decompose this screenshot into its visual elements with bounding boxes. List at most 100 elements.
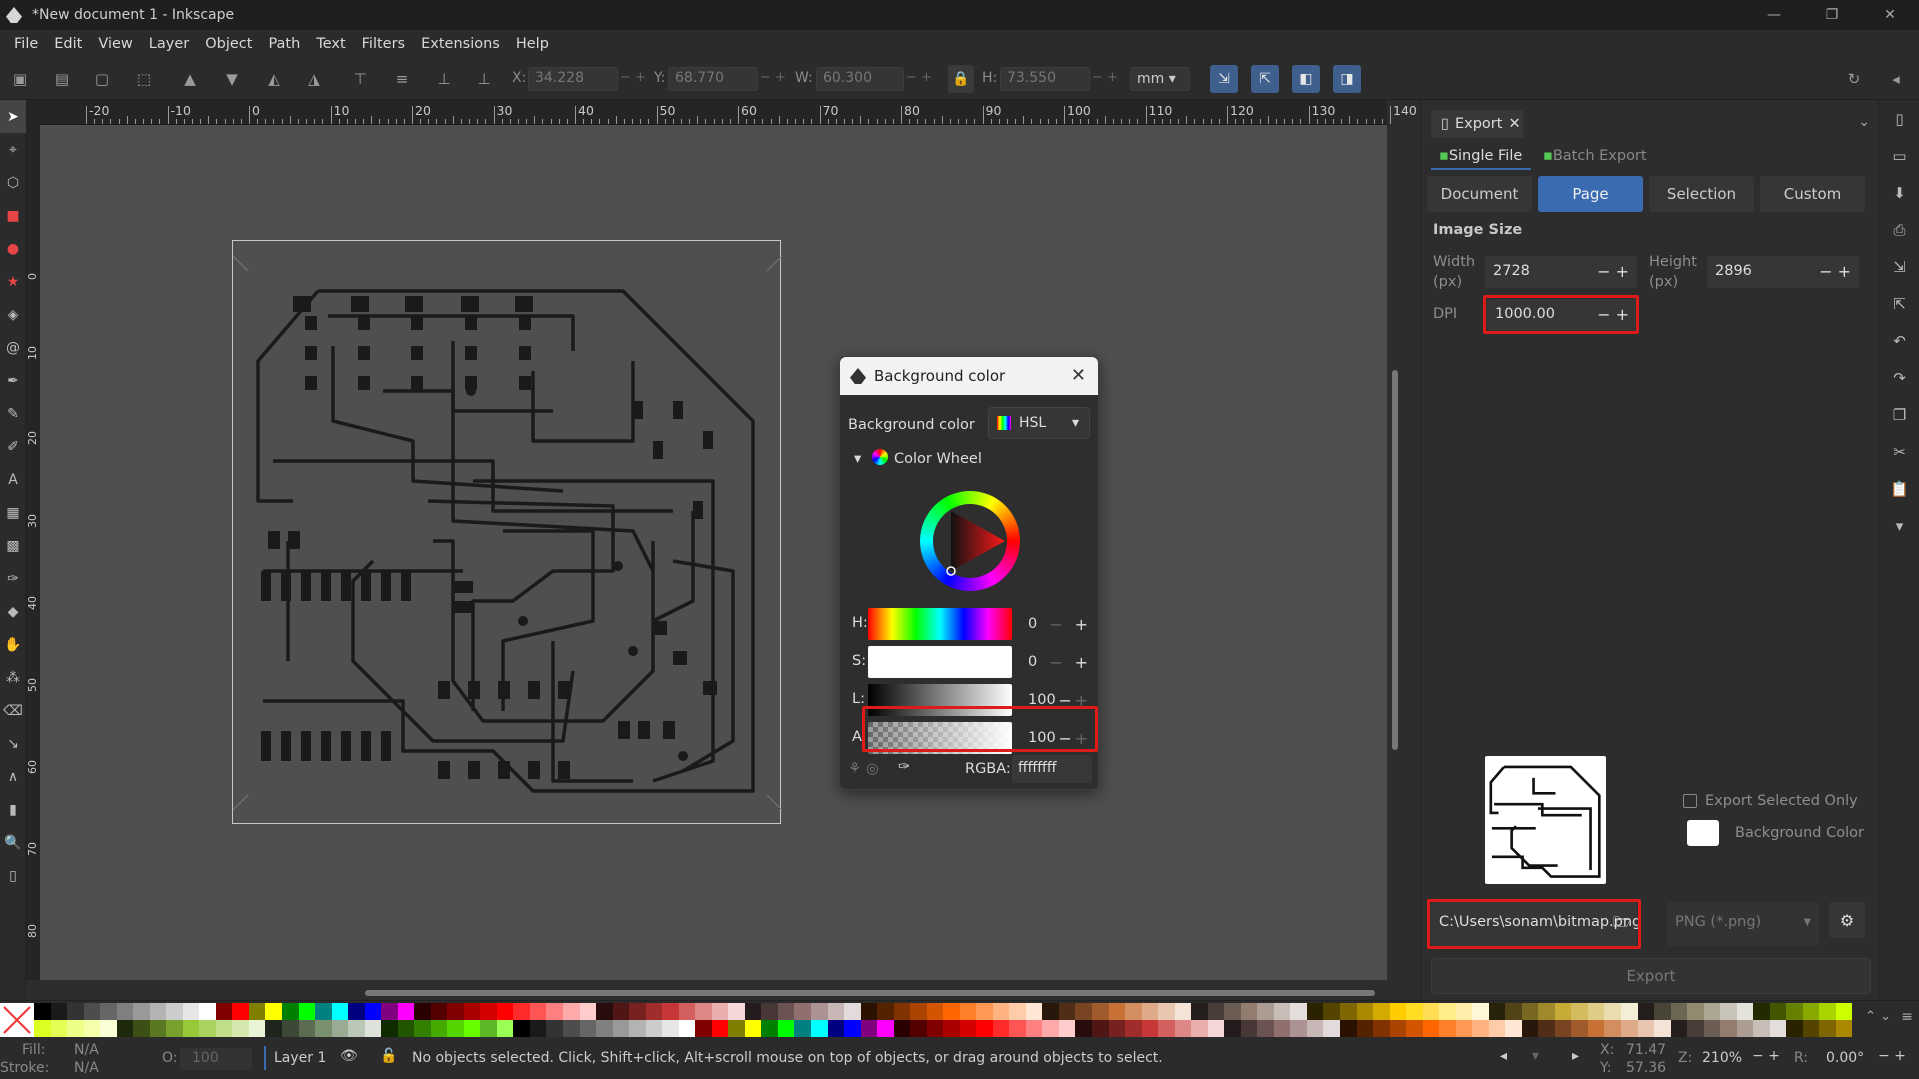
palette-swatch[interactable] <box>1356 1003 1374 1020</box>
palette-swatch[interactable] <box>1769 1003 1787 1020</box>
zoom-tool-icon[interactable]: 🔍 <box>0 826 26 859</box>
palette-swatch[interactable] <box>1191 1003 1208 1020</box>
palette-swatch[interactable] <box>1819 1003 1836 1020</box>
export-settings-gear-icon[interactable]: ⚙ <box>1829 902 1865 938</box>
palette-swatch[interactable] <box>298 1003 316 1020</box>
area-document-button[interactable]: Document <box>1427 176 1532 212</box>
palette-swatch[interactable] <box>381 1003 398 1020</box>
palette-swatch[interactable] <box>50 1020 68 1037</box>
palette-swatch[interactable] <box>1422 1003 1440 1020</box>
palette-swatch[interactable] <box>877 1020 894 1037</box>
palette-swatch[interactable] <box>1125 1003 1142 1020</box>
single-file-tab[interactable]: ▪Single File <box>1439 148 1522 164</box>
y-stepper[interactable]: − + <box>760 70 786 85</box>
palette-swatch[interactable] <box>645 1020 663 1037</box>
palette-swatch[interactable] <box>744 1003 762 1020</box>
palette-swatch[interactable] <box>281 1020 299 1037</box>
palette-swatch[interactable] <box>1339 1003 1357 1020</box>
palette-swatch[interactable] <box>34 1003 51 1020</box>
vertical-scrollbar[interactable] <box>1392 370 1398 750</box>
palette-swatch[interactable] <box>1422 1020 1440 1037</box>
palette-swatch[interactable] <box>711 1020 729 1037</box>
palette-swatch[interactable] <box>1191 1020 1208 1037</box>
undo-icon[interactable]: ↶ <box>1879 322 1919 359</box>
palette-swatch[interactable] <box>265 1003 282 1020</box>
flip-horizontal-icon[interactable]: ◭ <box>262 67 286 91</box>
palette-swatch[interactable] <box>877 1003 894 1020</box>
palette-swatch[interactable] <box>1025 1020 1043 1037</box>
palette-swatch[interactable] <box>1406 1003 1423 1020</box>
color-wheel[interactable] <box>920 491 1020 591</box>
palette-swatch[interactable] <box>281 1003 299 1020</box>
palette-swatch[interactable] <box>116 1003 134 1020</box>
color-managed-icon[interactable]: ⚘ <box>848 761 861 777</box>
palette-swatch[interactable] <box>761 1020 778 1037</box>
palette-swatch[interactable] <box>447 1003 464 1020</box>
expander-icon[interactable]: ▾ <box>854 451 861 467</box>
palette-swatch[interactable] <box>1009 1003 1026 1020</box>
palette-swatch[interactable] <box>860 1020 878 1037</box>
color-wheel-label[interactable]: Color Wheel <box>894 451 982 467</box>
palette-swatch[interactable] <box>1224 1003 1241 1020</box>
current-layer[interactable]: Layer 1 <box>274 1050 326 1066</box>
palette-swatch[interactable] <box>1571 1003 1588 1020</box>
palette-swatch[interactable] <box>83 1003 101 1020</box>
checkbox-box[interactable] <box>1683 794 1697 808</box>
palette-swatch[interactable] <box>827 1003 845 1020</box>
palette-swatch[interactable] <box>844 1003 861 1020</box>
palette-scroll-icon[interactable]: ⌃ ⌄ <box>1865 1009 1891 1024</box>
align-top-icon[interactable]: ⊤ <box>348 67 372 91</box>
lock-ratio-icon[interactable]: 🔒 <box>948 65 974 93</box>
palette-swatch[interactable] <box>711 1003 729 1020</box>
palette-swatch[interactable] <box>1009 1020 1026 1037</box>
palette-swatch[interactable] <box>629 1020 646 1037</box>
palette-swatch[interactable] <box>182 1003 200 1020</box>
rotation-stepper[interactable]: − + <box>1878 1048 1906 1064</box>
palette-swatch[interactable] <box>1720 1003 1737 1020</box>
palette-swatch[interactable] <box>1687 1003 1704 1020</box>
close-tab-icon[interactable]: ✕ <box>1508 116 1520 132</box>
palette-swatch[interactable] <box>794 1003 811 1020</box>
stroke-value[interactable]: N/A <box>74 1060 99 1076</box>
palette-swatch[interactable] <box>1703 1003 1721 1020</box>
palette-swatch[interactable] <box>1687 1020 1704 1037</box>
measure-tool-icon[interactable]: ▮ <box>0 793 26 826</box>
palette-swatch[interactable] <box>1769 1020 1787 1037</box>
snap-toggle-icon[interactable]: ↻ <box>1842 67 1866 91</box>
palette-swatch[interactable] <box>232 1003 249 1020</box>
lpe-tool-icon[interactable]: ∧ <box>0 760 26 793</box>
palette-swatch[interactable] <box>447 1020 464 1037</box>
select-all-layers-icon[interactable]: ▤ <box>50 67 74 91</box>
move-patterns-icon[interactable]: ◨ <box>1333 65 1361 93</box>
spray-tool-icon[interactable]: ⁂ <box>0 661 26 694</box>
palette-swatch[interactable] <box>166 1020 183 1037</box>
palette-swatch[interactable] <box>463 1003 481 1020</box>
palette-swatch[interactable] <box>1273 1020 1291 1037</box>
palette-swatch[interactable] <box>943 1020 960 1037</box>
palette-swatch[interactable] <box>1505 1003 1522 1020</box>
dropper-tool-icon[interactable]: ✑ <box>0 562 26 595</box>
x-input[interactable]: 34.228 <box>528 67 618 91</box>
palette-swatch[interactable] <box>1174 1003 1192 1020</box>
palette-swatch[interactable] <box>943 1003 960 1020</box>
area-selection-button[interactable]: Selection <box>1649 176 1754 212</box>
3d-box-tool-icon[interactable]: ◈ <box>0 298 26 331</box>
star-tool-icon[interactable]: ★ <box>0 265 26 298</box>
palette-swatch[interactable] <box>1554 1003 1572 1020</box>
palette-swatch[interactable] <box>364 1020 382 1037</box>
palette-swatch[interactable] <box>1356 1020 1374 1037</box>
menu-help[interactable]: Help <box>508 36 557 52</box>
palette-swatch[interactable] <box>1538 1020 1555 1037</box>
palette-swatch[interactable] <box>1373 1003 1390 1020</box>
palette-swatch[interactable] <box>976 1003 993 1020</box>
palette-swatch[interactable] <box>777 1003 795 1020</box>
prev-page-icon[interactable]: ◂ <box>1500 1048 1507 1064</box>
palette-swatch[interactable] <box>215 1020 233 1037</box>
palette-swatch[interactable] <box>1637 1003 1655 1020</box>
panel-menu-chevron-icon[interactable]: ⌄ <box>1858 114 1870 130</box>
palette-swatch[interactable] <box>893 1020 911 1037</box>
hue-slider[interactable] <box>868 608 1012 640</box>
palette-swatch[interactable] <box>1025 1003 1043 1020</box>
deselect-icon[interactable]: ▢ <box>90 67 114 91</box>
h-stepper[interactable]: − + <box>1092 70 1118 85</box>
